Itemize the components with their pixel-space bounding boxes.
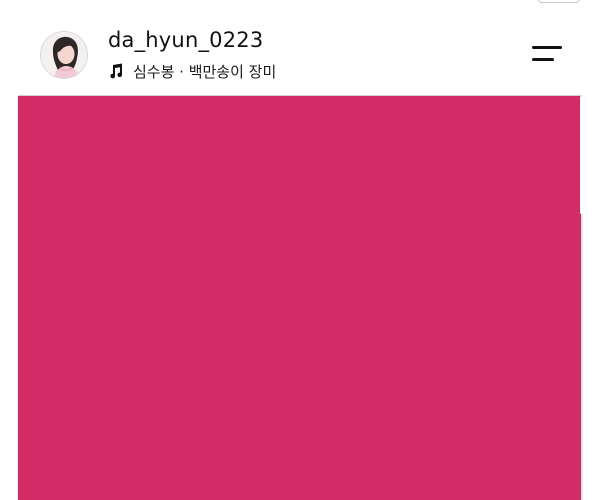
menu-button[interactable] xyxy=(530,40,564,68)
avatar-image xyxy=(41,32,87,78)
post-header: da_hyun_0223 심수봉 · 백만송이 장미 xyxy=(0,26,600,92)
menu-icon xyxy=(532,58,554,61)
post-media[interactable] xyxy=(18,95,582,500)
music-title: 심수봉 · 백만송이 장미 xyxy=(133,62,277,81)
page: da_hyun_0223 심수봉 · 백만송이 장미 xyxy=(0,0,600,500)
menu-icon xyxy=(532,46,562,49)
username[interactable]: da_hyun_0223 xyxy=(108,28,263,52)
music-info[interactable]: 심수봉 · 백만송이 장미 xyxy=(108,60,276,82)
top-control[interactable] xyxy=(538,0,580,3)
avatar[interactable] xyxy=(40,31,88,79)
music-note-icon xyxy=(108,63,124,79)
scrollbar-thumb[interactable] xyxy=(580,96,583,214)
